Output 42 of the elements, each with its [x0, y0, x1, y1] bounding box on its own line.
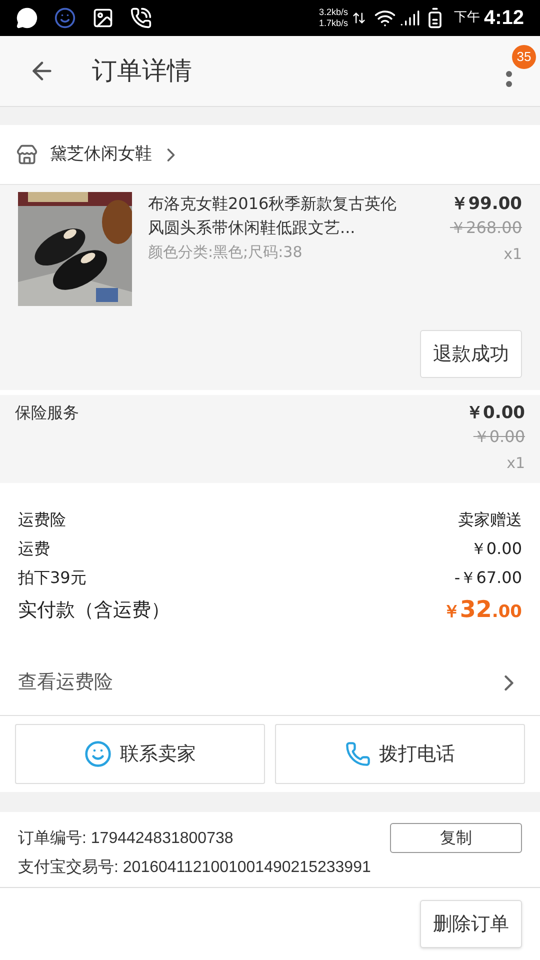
- shop-row[interactable]: 黛芝休闲女鞋: [0, 125, 540, 185]
- fee-value: 卖家赠送: [458, 508, 522, 530]
- original-price: ￥268.00: [450, 217, 522, 239]
- fee-value: -￥67.00: [454, 566, 522, 588]
- data-arrows-icon: [352, 11, 366, 25]
- fee-label: 运费: [18, 538, 50, 560]
- upload-speed: 3.2kb/s: [318, 7, 348, 18]
- shop-icon: [16, 144, 38, 166]
- fee-label: 拍下39元: [18, 566, 86, 588]
- total-label: 实付款（含运费）: [18, 598, 170, 623]
- smiley-icon: [84, 740, 112, 768]
- fee-value: ￥0.00: [470, 538, 522, 560]
- clock: 4:12: [484, 6, 524, 31]
- chat-icon: [16, 7, 38, 29]
- shop-name: 黛芝休闲女鞋: [50, 142, 152, 166]
- contact-seller-button[interactable]: 联系卖家: [15, 724, 265, 784]
- freight-insurance-link[interactable]: 查看运费险: [0, 632, 540, 716]
- order-info-line: 订单编号: 1794424831800738: [18, 828, 234, 849]
- product-price: ￥99.00: [451, 193, 522, 216]
- call-button[interactable]: 拨打电话: [275, 724, 525, 784]
- copy-button[interactable]: 复制: [390, 823, 522, 853]
- fee-label: 运费险: [18, 508, 66, 530]
- phone-icon: [345, 741, 371, 767]
- more-button[interactable]: [506, 71, 512, 87]
- delete-order-button[interactable]: 删除订单: [420, 900, 522, 948]
- page-title: 订单详情: [92, 55, 192, 88]
- notification-badge: 35: [512, 45, 536, 69]
- image-icon: [92, 7, 114, 29]
- product-sku: 颜色分类:黑色;尺码:38: [148, 242, 304, 263]
- insurance-original-price: ￥0.00: [473, 426, 525, 448]
- order-info-line: 支付宝交易号: 2016041121001001490215233991: [18, 858, 371, 878]
- signal-icon: [400, 8, 420, 28]
- quantity: x1: [504, 244, 522, 265]
- total-amount: ￥32.00: [442, 596, 522, 625]
- refund-status-button[interactable]: 退款成功: [420, 330, 522, 378]
- insurance-quantity: x1: [506, 453, 525, 474]
- insurance-label: 保险服务: [15, 402, 80, 424]
- product-title: 布洛克女鞋2016秋季新款复古英伦风圆头系带休闲鞋低跟文艺...: [148, 193, 398, 239]
- download-speed: 1.7kb/s: [318, 18, 348, 29]
- phone-icon: [130, 7, 152, 29]
- time-period: 下午: [454, 9, 480, 28]
- insurance-price: ￥0.00: [466, 402, 525, 425]
